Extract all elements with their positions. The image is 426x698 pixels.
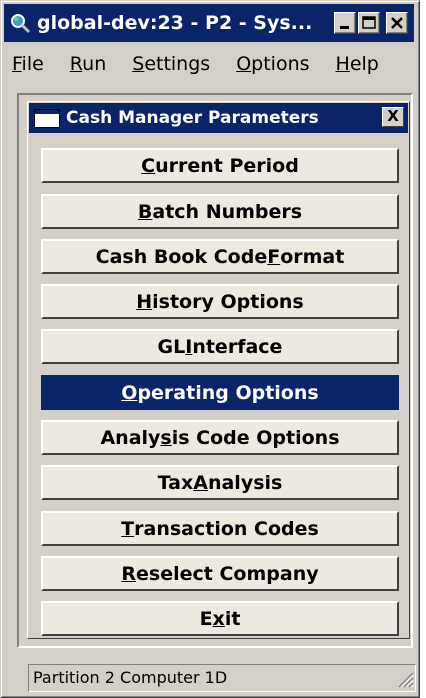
close-icon xyxy=(391,17,403,29)
gl-interface-button[interactable]: GL Interface xyxy=(41,329,399,364)
dialog-close-button[interactable]: X xyxy=(382,107,404,127)
batch-numbers-button[interactable]: Batch Numbers xyxy=(41,194,399,229)
menu-options[interactable]: Options xyxy=(236,53,309,75)
minimize-icon xyxy=(340,26,349,29)
minimize-button[interactable] xyxy=(334,12,356,34)
window-title: global-dev:23 - P2 - Sys... xyxy=(37,12,313,34)
transaction-codes-button[interactable]: Transaction Codes xyxy=(41,511,399,546)
dialog-title: Cash Manager Parameters xyxy=(66,108,319,128)
magnifier-globe-icon xyxy=(9,12,31,34)
menu-file[interactable]: File xyxy=(12,53,44,75)
current-period-button[interactable]: Current Period xyxy=(41,148,399,183)
exit-button[interactable]: Ex it xyxy=(41,601,399,636)
menu-run[interactable]: Run xyxy=(70,53,106,75)
reselect-company-button[interactable]: Reselect Company xyxy=(41,556,399,591)
status-text: Partition 2 Computer 1D xyxy=(33,668,228,687)
close-icon: X xyxy=(387,107,399,125)
maximize-button[interactable] xyxy=(358,12,380,34)
history-options-button[interactable]: History Options xyxy=(41,284,399,319)
analysis-code-options-button[interactable]: Analy s is Code Options xyxy=(41,420,399,455)
maximize-icon xyxy=(362,16,376,29)
operating-options-button[interactable]: Operating Options xyxy=(41,375,399,410)
tax-analysis-button[interactable]: Tax Analysis xyxy=(41,465,399,500)
status-bar: Partition 2 Computer 1D xyxy=(28,664,416,692)
resize-grip-icon[interactable] xyxy=(396,670,414,688)
window-title-bar[interactable]: global-dev:23 - P2 - Sys... xyxy=(4,4,414,42)
dialog-title-bar[interactable]: Cash Manager Parameters X xyxy=(29,103,408,133)
menu-bar: File Run Settings Options Help xyxy=(4,46,414,82)
close-button[interactable] xyxy=(386,12,408,34)
menu-help[interactable]: Help xyxy=(336,53,379,75)
menu-settings[interactable]: Settings xyxy=(132,53,210,75)
window-icon xyxy=(34,108,60,128)
cash-book-code-format-button[interactable]: Cash Book Code Format xyxy=(41,239,399,274)
